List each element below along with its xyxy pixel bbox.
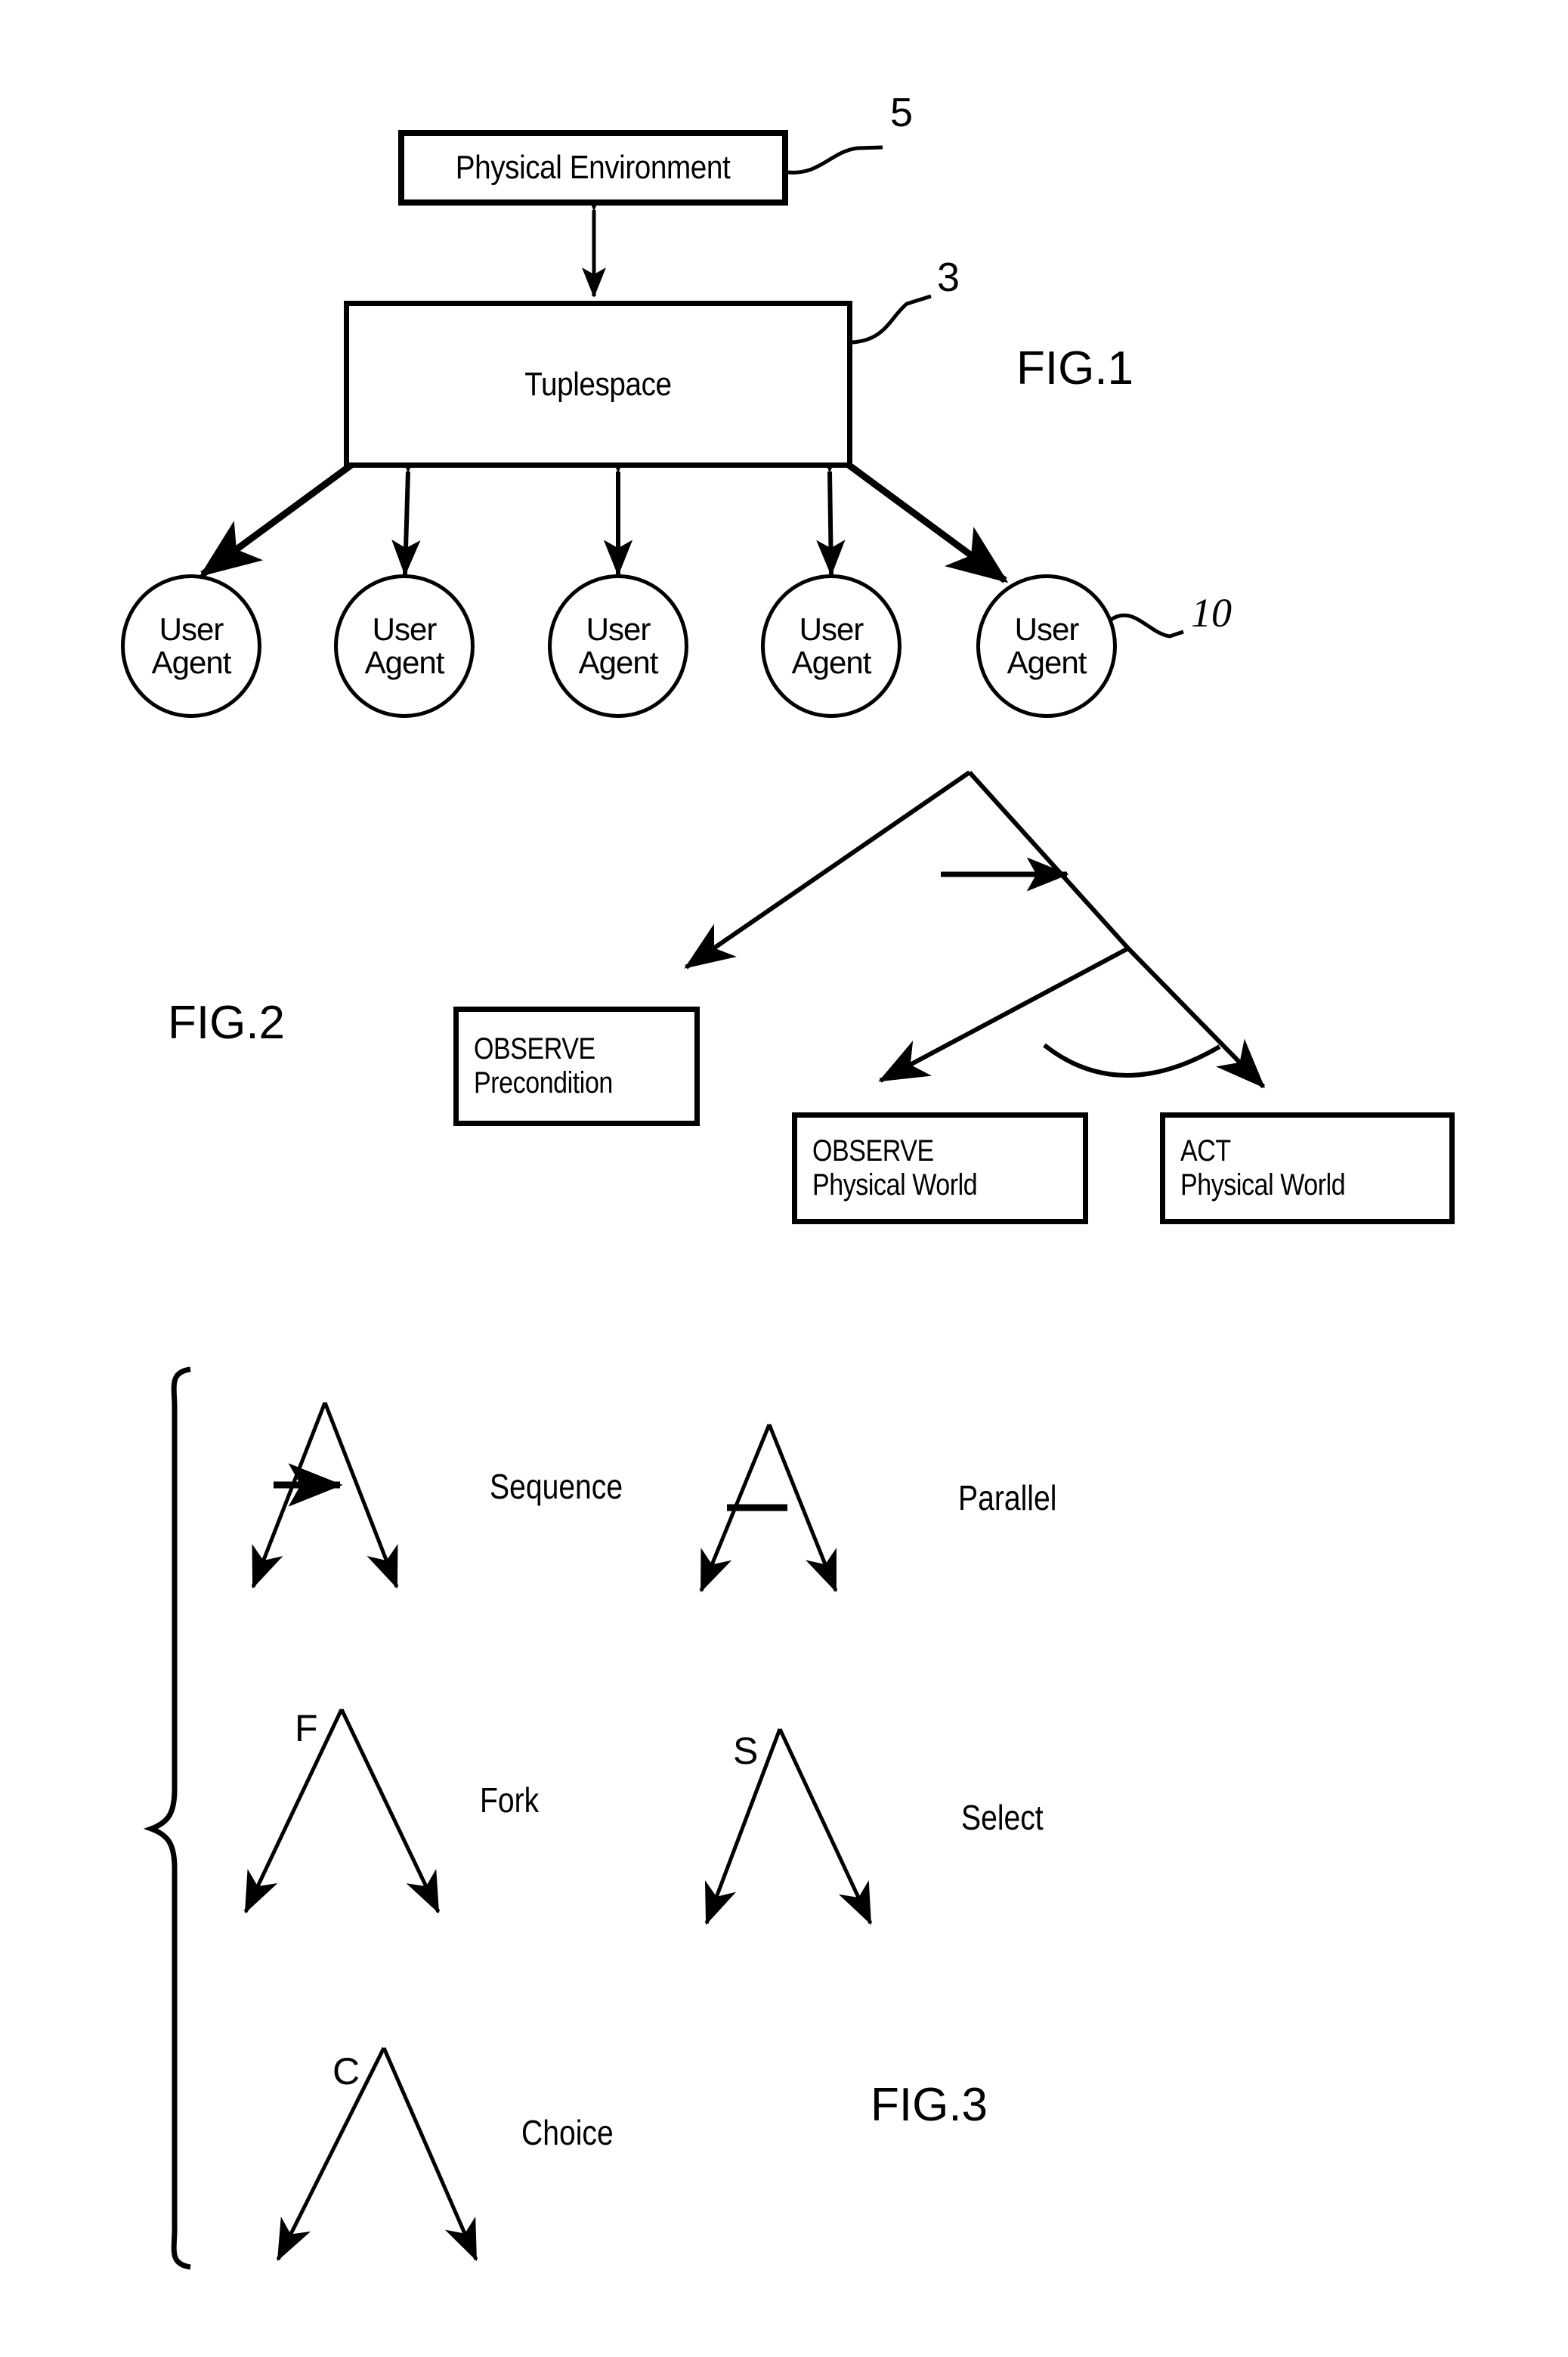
- observe-precondition-line2: Precondition: [474, 1066, 613, 1100]
- user-agent-line2: Agent: [791, 645, 872, 680]
- figure-2-label: FIG.2: [168, 997, 286, 1049]
- act-physical-world-box: ACT Physical World: [1160, 1112, 1455, 1224]
- connector-tuplespace-agent-4: [815, 437, 846, 577]
- reference-numeral-3: 3: [937, 255, 960, 300]
- connector-tuplespace-agent-1: [199, 410, 415, 577]
- fig2-branch-right: [967, 770, 1130, 951]
- user-agent-node-1: User Agent: [121, 574, 261, 718]
- user-agent-node-4: User Agent: [761, 574, 902, 718]
- user-agent-line1: User: [1014, 611, 1080, 647]
- connector-tuplespace-agent-5: [785, 410, 1009, 583]
- tuplespace-label: Tuplespace: [524, 365, 672, 403]
- fig3-letter-fork: F: [295, 1707, 318, 1749]
- fig2-sub-branch-left: [878, 946, 1130, 1083]
- fig3-symbol-sequence: [251, 1402, 399, 1589]
- fig3-letter-choice: C: [332, 2050, 360, 2093]
- user-agent-node-3: User Agent: [548, 574, 688, 718]
- fig3-letter-select: S: [733, 1730, 759, 1772]
- connector-tuplespace-agent-2: [391, 436, 424, 577]
- fig3-symbol-choice: [276, 2046, 478, 2262]
- fig3-symbol-parallel: [699, 1424, 838, 1593]
- user-agent-line2: Agent: [364, 645, 445, 680]
- leader-line-10: [1109, 613, 1184, 639]
- user-agent-line1: User: [159, 611, 224, 647]
- observe-physical-world-line2: Physical World: [812, 1168, 978, 1202]
- fig2-choice-arc: [1043, 1043, 1221, 1078]
- user-agent-line1: User: [372, 611, 438, 647]
- leader-line-5: [787, 145, 883, 175]
- leader-line-3: [852, 294, 932, 345]
- reference-numeral-5: 5: [890, 90, 914, 135]
- figure-1-label: FIG.1: [1016, 342, 1134, 394]
- user-agent-line1: User: [586, 611, 651, 647]
- user-agent-node-2: User Agent: [334, 574, 475, 718]
- fig3-label-parallel: Parallel: [958, 1478, 1057, 1517]
- fig3-brace: [143, 1366, 191, 2270]
- physical-environment-box: Physical Environment: [398, 130, 788, 206]
- fig2-branch-left: [684, 770, 971, 970]
- user-agent-line2: Agent: [578, 645, 659, 680]
- user-agent-line2: Agent: [1007, 645, 1087, 680]
- observe-physical-world-box: OBSERVE Physical World: [792, 1112, 1088, 1224]
- observe-physical-world-line1: OBSERVE: [812, 1134, 934, 1168]
- fig3-label-select: Select: [961, 1798, 1044, 1837]
- reference-numeral-10: 10: [1191, 590, 1232, 636]
- fig3-label-choice: Choice: [521, 2113, 614, 2152]
- patent-drawing-sheet: Physical Environment 5 Tuplespace 3 FIG.…: [0, 0, 1568, 2357]
- tuplespace-box: Tuplespace: [344, 301, 852, 468]
- fig2-sub-branch-right: [1126, 946, 1266, 1089]
- figure-3-label: FIG.3: [871, 2079, 988, 2131]
- fig3-symbol-fork: [243, 1708, 441, 1914]
- fig3-label-sequence: Sequence: [490, 1467, 623, 1506]
- physical-environment-label: Physical Environment: [456, 149, 731, 187]
- observe-precondition-box: OBSERVE Precondition: [453, 1007, 700, 1126]
- user-agent-node-5: User Agent: [976, 574, 1117, 718]
- fig3-label-fork: Fork: [480, 1780, 540, 1820]
- act-physical-world-line2: Physical World: [1180, 1168, 1346, 1202]
- observe-precondition-line1: OBSERVE: [474, 1032, 595, 1066]
- user-agent-line2: Agent: [151, 645, 232, 680]
- act-physical-world-line1: ACT: [1180, 1134, 1231, 1168]
- fig3-symbol-select: [704, 1728, 873, 1926]
- user-agent-line1: User: [799, 611, 864, 647]
